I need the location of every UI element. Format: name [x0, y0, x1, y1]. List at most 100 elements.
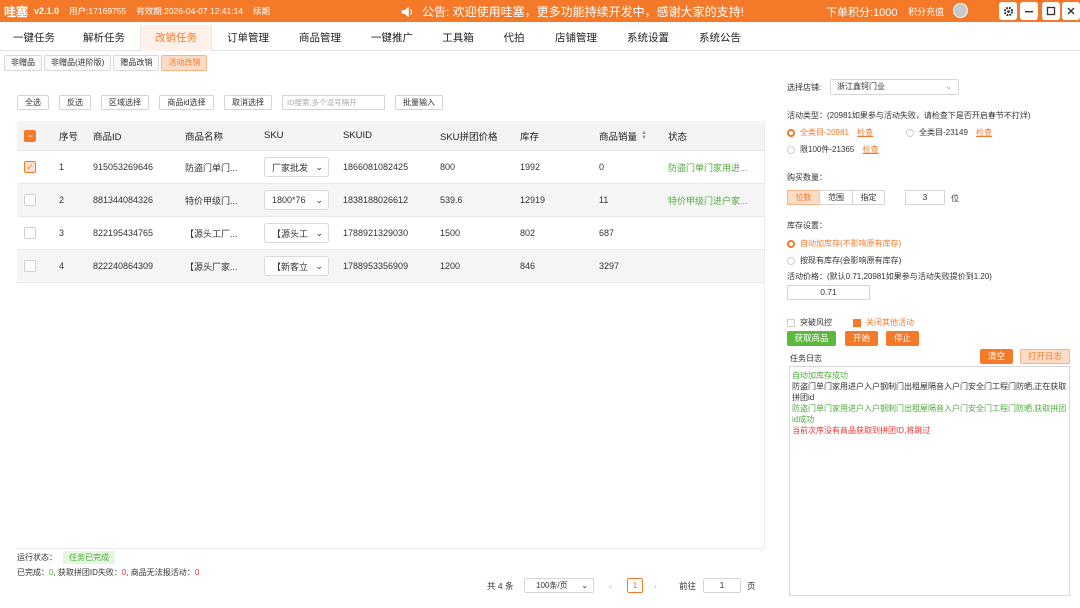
- close-other-activity-option[interactable]: 关闭其他活动: [853, 317, 914, 328]
- opt-limit-100[interactable]: 限100件-21365 检查: [787, 144, 879, 155]
- app-name: 哇塞: [4, 4, 29, 19]
- check-23149-link[interactable]: 检查: [976, 128, 992, 137]
- header-checkbox[interactable]: −: [24, 129, 36, 142]
- tab-non-gift[interactable]: 非赠品: [4, 55, 42, 71]
- row-skuid: 1838188026612: [343, 195, 409, 205]
- check-20981-link[interactable]: 检查: [857, 128, 873, 137]
- id-search-input[interactable]: ID搜索,多个逗号隔开: [282, 95, 385, 110]
- check-21365-link[interactable]: 检查: [863, 145, 879, 154]
- row-price: 1200: [440, 261, 461, 271]
- row-product-id: 881344084326: [93, 195, 154, 205]
- fetch-products-button[interactable]: 获取商品: [787, 331, 836, 346]
- row-product-name: 【源头工厂...: [185, 228, 238, 239]
- sub-tabs: 非赠品 非赠品(进阶版) 赠品改销 活动改销: [4, 55, 209, 71]
- sku-select[interactable]: 【新客立 ⌄: [264, 256, 329, 276]
- table-area-border: [764, 121, 765, 549]
- menu-shop-management[interactable]: 店铺管理: [540, 25, 612, 51]
- row-checkbox[interactable]: [24, 227, 36, 239]
- tab-activity-modify[interactable]: 活动改销: [161, 55, 208, 71]
- sku-select-value: 【源头工: [272, 228, 309, 239]
- stop-button[interactable]: 停止: [886, 331, 919, 346]
- settings-button[interactable]: [999, 2, 1017, 20]
- row-price: 800: [440, 162, 456, 172]
- page-size-select[interactable]: 100条/页 ⌄: [524, 578, 594, 593]
- clear-log-button[interactable]: 清空: [980, 349, 1013, 364]
- run-status: 运行状态： 任务已完成: [17, 551, 115, 564]
- invert-select-button[interactable]: 反选: [59, 95, 91, 110]
- table-row[interactable]: 3 822195434765 【源头工厂... 【源头工 ⌄ 1788921329…: [17, 217, 765, 250]
- menu-parse-task[interactable]: 解析任务: [68, 25, 140, 51]
- shop-select[interactable]: 浙江鑫钶门业 ⌄: [830, 79, 959, 95]
- sku-select[interactable]: 1800*76 ⌄: [264, 190, 329, 210]
- sku-select-value: 1800*76: [272, 195, 306, 205]
- qty-input[interactable]: 3: [905, 190, 945, 205]
- goto-label: 前往: [679, 580, 697, 591]
- maximize-button[interactable]: [1042, 2, 1060, 20]
- row-checkbox[interactable]: [24, 260, 36, 272]
- pager-current-wrap: 1: [627, 577, 643, 594]
- opt-limit-100-label: 限100件-21365: [800, 145, 855, 154]
- menu-system-notice[interactable]: 系统公告: [684, 25, 756, 51]
- batch-input-button[interactable]: 批量输入: [395, 95, 443, 110]
- menu-one-click-task[interactable]: 一键任务: [0, 25, 68, 51]
- id-select-button[interactable]: 商品id选择: [159, 95, 214, 110]
- app-version: v2.1.0: [34, 6, 60, 16]
- start-button[interactable]: 开始: [845, 331, 878, 346]
- avatar[interactable]: [953, 3, 968, 18]
- log-label: 任务日志: [790, 354, 822, 363]
- tab-gift-modify[interactable]: 赠品改销: [113, 55, 160, 71]
- task-log[interactable]: 自动加库存成功 防盗门单门家用进户入户钢制门出租屋隔音入户门安全门工程门防晒,正…: [789, 366, 1070, 596]
- col-sales[interactable]: 商品销量 ▲ ▼: [599, 121, 647, 150]
- risk-option[interactable]: 突破风控: [787, 317, 832, 328]
- seg-digits[interactable]: 位数: [787, 190, 820, 205]
- range-select-button[interactable]: 区域选择: [101, 95, 149, 110]
- seg-range[interactable]: 范围: [819, 190, 853, 205]
- table-row[interactable]: 2 881344084326 特价甲级门... 1800*76 ⌄ 1838188…: [17, 184, 765, 217]
- product-table: − 序号 商品ID 商品名称 SKU SKUID SKU拼团价格 库存 商品销量…: [17, 121, 765, 283]
- page-1-button[interactable]: 1: [627, 578, 643, 593]
- sort-icon[interactable]: ▲ ▼: [641, 130, 647, 141]
- row-sales: 3297: [599, 261, 620, 271]
- goto-page-input[interactable]: 1: [703, 578, 741, 593]
- stock-auto-option[interactable]: 自动加库存(不影响原有库存): [787, 238, 901, 249]
- cancel-select-button[interactable]: 取消选择: [224, 95, 272, 110]
- sku-select[interactable]: 【源头工 ⌄: [264, 223, 329, 243]
- select-all-button[interactable]: 全选: [17, 95, 49, 110]
- recharge-link[interactable]: 积分充值: [908, 5, 944, 18]
- menu-product-management[interactable]: 商品管理: [284, 25, 356, 51]
- open-log-button[interactable]: 打开日志: [1020, 349, 1070, 364]
- menu-order-management[interactable]: 订单管理: [212, 25, 284, 51]
- radio-icon: [787, 239, 795, 248]
- chevron-down-icon: ⌄: [315, 194, 323, 205]
- row-checkbox[interactable]: ✓: [24, 161, 36, 173]
- minimize-button[interactable]: [1020, 2, 1038, 20]
- prev-page-icon[interactable]: ‹: [609, 577, 612, 594]
- log-line: 防盗门单门家用进户入户钢制门出租屋隔音入户门安全门工程门防晒,正在获取拼团id: [792, 382, 1067, 402]
- row-checkbox[interactable]: [24, 194, 36, 206]
- tab-non-gift-advanced[interactable]: 非赠品(进阶版): [44, 55, 112, 71]
- sku-select-value: 【新客立: [272, 261, 309, 272]
- table-row[interactable]: ✓ 1 915053269646 防盗门单门... 厂家批发 ⌄ 18660810…: [17, 151, 765, 184]
- menu-toolbox[interactable]: 工具箱: [428, 25, 488, 51]
- renew-link[interactable]: 续期: [253, 5, 270, 17]
- opt-all-23149[interactable]: 全类目-23149 检查: [906, 127, 992, 138]
- row-status: [668, 217, 764, 249]
- opt-all-20981[interactable]: 全类目-20981 检查: [787, 127, 873, 138]
- close-other-activity-label: 关闭其他活动: [866, 318, 914, 327]
- col-status: 状态: [668, 131, 688, 143]
- seg-fixed[interactable]: 指定: [852, 190, 885, 205]
- row-index: 3: [59, 228, 65, 238]
- sku-select[interactable]: 厂家批发 ⌄: [264, 157, 329, 177]
- next-page-icon[interactable]: ›: [654, 577, 657, 594]
- menu-one-click-promotion[interactable]: 一键推广: [356, 25, 428, 51]
- menu-system-settings[interactable]: 系统设置: [612, 25, 684, 51]
- shop-select-value: 浙江鑫钶门业: [837, 82, 885, 91]
- menu-modify-sales-task[interactable]: 改销任务: [140, 25, 212, 51]
- menu-proxy-purchase[interactable]: 代拍: [488, 25, 540, 51]
- col-stock: 库存: [520, 131, 540, 143]
- close-button[interactable]: [1062, 2, 1080, 20]
- row-skuid: 1866081082425: [343, 162, 409, 172]
- price-input[interactable]: 0.71: [787, 285, 870, 300]
- stock-existing-option[interactable]: 按现有库存(会影响原有库存): [787, 255, 901, 266]
- table-row[interactable]: 4 822240864309 【源头厂家... 【新客立 ⌄ 1788953356…: [17, 250, 765, 283]
